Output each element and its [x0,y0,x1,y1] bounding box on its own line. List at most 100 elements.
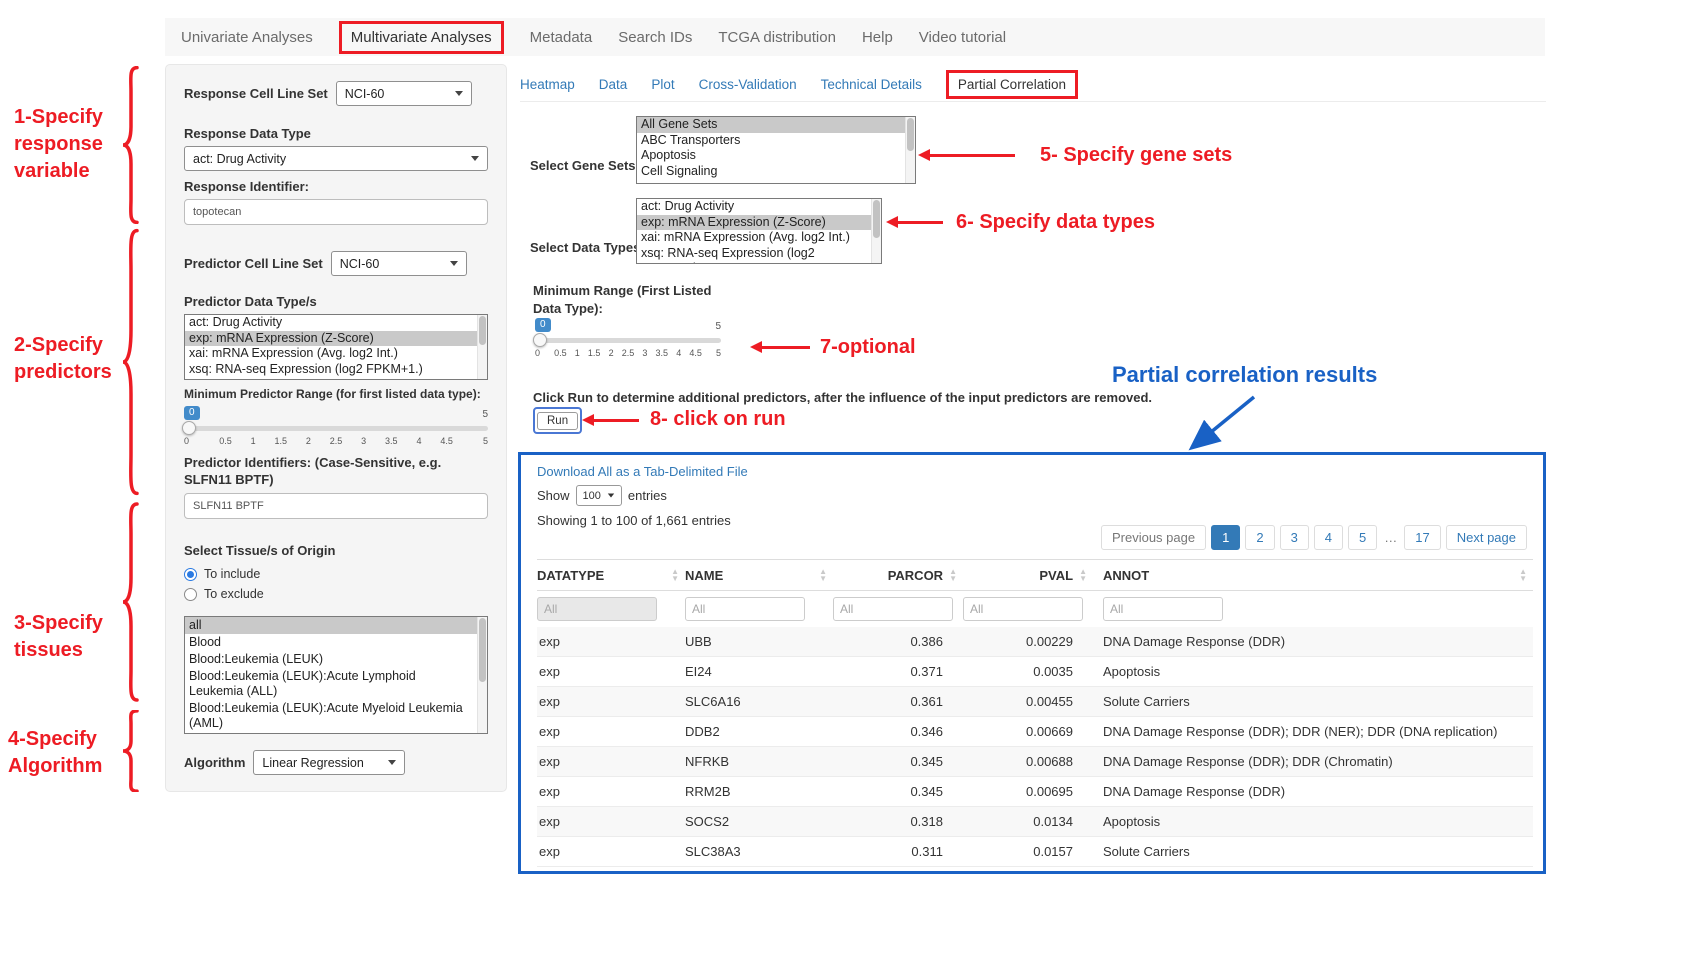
tissue-option-selected[interactable]: all [185,617,477,634]
predictor-identifiers-label: Predictor Identifiers: (Case-Sensitive, … [184,454,488,488]
scrollbar-thumb[interactable] [873,200,880,238]
page-button-3[interactable]: 3 [1280,525,1309,550]
predictor-data-type-option[interactable]: xai: mRNA Expression (Avg. log2 Int.) [185,346,477,362]
radio-include[interactable] [184,568,197,581]
scrollbar-track[interactable] [905,117,915,183]
tab-cross-validation[interactable]: Cross-Validation [699,77,797,92]
previous-page-button[interactable]: Previous page [1101,525,1206,550]
cell-name: DDB2 [685,724,833,739]
data-type-option-selected[interactable]: exp: mRNA Expression (Z-Score) [637,215,871,231]
gene-set-option[interactable]: Cell Signaling [637,164,905,180]
cell-annot: DNA Damage Response (DDR) [1093,634,1533,649]
header-annot[interactable]: ANNOT [1093,568,1533,583]
tab-data[interactable]: Data [599,77,628,92]
scrollbar-track[interactable] [477,617,487,733]
header-name[interactable]: NAME [685,568,833,583]
tab-partial-correlation[interactable]: Partial Correlation [946,70,1078,99]
response-cell-line-set-select[interactable]: NCI-60 [336,81,472,106]
min-predictor-range-label: Minimum Predictor Range (for first liste… [184,387,488,401]
slider-handle[interactable] [533,333,547,347]
data-type-option[interactable]: xai: mRNA Expression (Avg. log2 Int.) [637,230,871,246]
tissue-option[interactable]: Blood:Leukemia (LEUK):Acute Lymphoid Leu… [185,668,477,700]
bracket-tissues-section [120,502,140,702]
tissue-option[interactable]: Blood:Leukemia (LEUK):Acute Myeloid Leuk… [185,700,477,732]
nav-video-tutorial[interactable]: Video tutorial [919,29,1006,46]
tab-heatmap[interactable]: Heatmap [520,77,575,92]
sort-icon[interactable] [949,568,957,582]
table-row[interactable]: exp SLC6A16 0.361 0.00455 Solute Carrier… [537,687,1533,717]
filter-datatype-input[interactable] [537,597,657,621]
download-tab-delimited-link[interactable]: Download All as a Tab-Delimited File [537,464,748,479]
nav-help[interactable]: Help [862,29,893,46]
scrollbar-track[interactable] [477,315,487,379]
predictor-cell-line-set-select[interactable]: NCI-60 [331,251,467,276]
sort-icon[interactable] [1079,568,1087,582]
chevron-down-icon [608,494,614,498]
gene-set-option[interactable]: Apoptosis [637,148,905,164]
table-row[interactable]: exp RRM2B 0.345 0.00695 DNA Damage Respo… [537,777,1533,807]
slider-handle[interactable] [182,421,196,435]
scrollbar-thumb[interactable] [479,316,486,345]
tab-plot[interactable]: Plot [651,77,674,92]
table-row[interactable]: exp NFRKB 0.345 0.00688 DNA Damage Respo… [537,747,1533,777]
predictor-data-type-option[interactable]: xsq: RNA-seq Expression (log2 FPKM+1.) [185,362,477,378]
page-button-1[interactable]: 1 [1211,525,1240,550]
predictor-identifiers-input[interactable] [184,493,488,519]
tissue-exclude-radio-row[interactable]: To exclude [184,584,488,604]
tab-technical-details[interactable]: Technical Details [821,77,922,92]
chevron-down-icon [450,261,458,266]
tissue-option[interactable]: Blood:Leukemia (LEUK):Chronic Myelogenou… [185,732,477,734]
tissue-option[interactable]: Blood:Leukemia (LEUK) [185,651,477,668]
cell-parcor: 0.361 [833,694,963,709]
predictor-data-type-option[interactable]: act: Drug Activity [185,315,477,331]
annotation-step6: 6- Specify data types [956,209,1155,236]
table-row[interactable]: exp SOCS2 0.318 0.0134 Apoptosis [537,807,1533,837]
page-button-17[interactable]: 17 [1404,525,1440,550]
gene-set-option-selected[interactable]: All Gene Sets [637,117,905,133]
nav-multivariate-analyses[interactable]: Multivariate Analyses [339,21,504,54]
algorithm-select[interactable]: Linear Regression [253,750,405,775]
header-parcor[interactable]: PARCOR [833,568,963,583]
tissue-include-radio-row[interactable]: To include [184,564,488,584]
table-row[interactable]: exp UBB 0.386 0.00229 DNA Damage Respons… [537,627,1533,657]
filter-parcor-input[interactable] [833,597,953,621]
sort-icon[interactable] [1519,568,1527,582]
gene-set-option[interactable]: ABC Transporters [637,133,905,149]
next-page-button[interactable]: Next page [1446,525,1527,550]
page-button-5[interactable]: 5 [1348,525,1377,550]
arrow-optional [762,346,810,349]
response-data-type-select[interactable]: act: Drug Activity [184,146,488,171]
radio-exclude[interactable] [184,588,197,601]
header-datatype[interactable]: DATATYPE [537,568,685,583]
page-button-4[interactable]: 4 [1314,525,1343,550]
nav-tcga-distribution[interactable]: TCGA distribution [718,29,836,46]
page-length-select[interactable]: 100 [576,485,622,506]
page-button-2[interactable]: 2 [1245,525,1274,550]
slider-track[interactable] [535,338,721,343]
header-pval[interactable]: PVAL [963,568,1093,583]
header-label: PVAL [1039,568,1073,583]
run-button[interactable]: Run [537,412,578,430]
response-identifier-input[interactable] [184,199,488,225]
top-navigation: Univariate Analyses Multivariate Analyse… [165,18,1545,56]
predictor-data-type-option-selected[interactable]: exp: mRNA Expression (Z-Score) [185,331,477,347]
sort-icon[interactable] [819,568,827,582]
data-type-option[interactable]: xsq: RNA-seq Expression (log2 FPKM+1.) [637,246,871,265]
nav-univariate-analyses[interactable]: Univariate Analyses [181,29,313,46]
scrollbar-thumb[interactable] [907,118,914,151]
data-type-option[interactable]: act: Drug Activity [637,199,871,215]
table-row[interactable]: exp EI24 0.371 0.0035 Apoptosis [537,657,1533,687]
filter-annot-input[interactable] [1103,597,1223,621]
nav-metadata[interactable]: Metadata [530,29,593,46]
filter-pval-input[interactable] [963,597,1083,621]
tissue-option[interactable]: Blood [185,634,477,651]
table-row[interactable]: exp SLC38A3 0.311 0.0157 Solute Carriers [537,837,1533,867]
filter-name-input[interactable] [685,597,805,621]
scrollbar-thumb[interactable] [479,618,486,682]
scrollbar-track[interactable] [871,199,881,263]
table-row[interactable]: exp DDB2 0.346 0.00669 DNA Damage Respon… [537,717,1533,747]
cell-name: UBB [685,634,833,649]
sort-icon[interactable] [671,568,679,582]
nav-search-ids[interactable]: Search IDs [618,29,692,46]
slider-track[interactable] [184,426,488,431]
